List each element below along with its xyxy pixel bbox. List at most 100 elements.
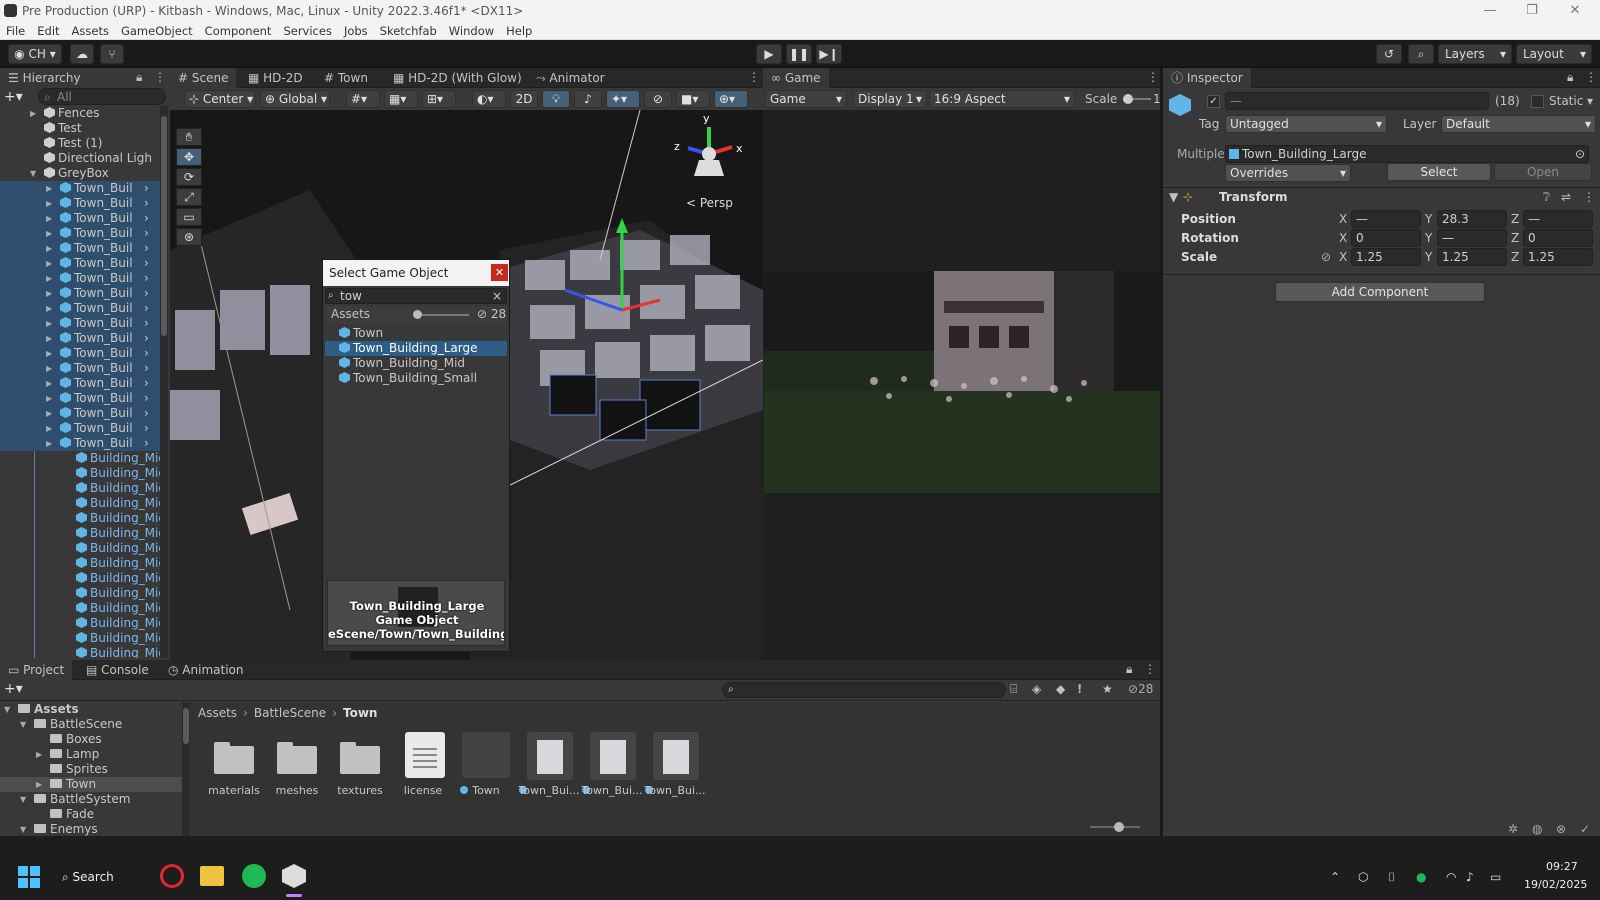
zoom-slider[interactable] [1090, 822, 1140, 832]
menu-window[interactable]: Window [443, 22, 500, 40]
camera-icon[interactable]: ■▾ [676, 90, 710, 108]
select-button[interactable]: Select [1387, 163, 1491, 181]
scrollbar-thumb[interactable] [183, 708, 189, 744]
chevron-down-icon[interactable]: ▾ [1587, 94, 1593, 108]
expand-arrow-icon[interactable]: ▶ [46, 241, 52, 256]
tab-animator[interactable]: ⤳ Animator [528, 68, 613, 88]
hierarchy-item[interactable]: Building_Mid [0, 541, 160, 556]
expand-arrow-icon[interactable]: ▶ [46, 421, 52, 436]
chevron-right-icon[interactable]: › [144, 346, 149, 361]
auto-refresh-icon[interactable]: ✓ [1580, 822, 1590, 836]
lock-icon[interactable]: 🔒︎ [136, 70, 142, 85]
hierarchy-item[interactable]: ▶ Town_Buil › [0, 181, 160, 196]
hierarchy-item[interactable]: ▶ Town_Buil › [0, 406, 160, 421]
transform-scale-x-input[interactable]: 1.25 [1351, 248, 1421, 266]
expand-arrow-icon[interactable]: ▶ [46, 391, 52, 406]
hierarchy-item[interactable]: ▶ Town_Buil › [0, 421, 160, 436]
pivot-dropdown[interactable]: ⊹ Center ▾ [184, 90, 256, 108]
cache-icon[interactable]: ⊗ [1556, 822, 1566, 836]
asset-item[interactable]: materials [202, 728, 266, 808]
tab-game[interactable]: ∞ Game [763, 68, 829, 88]
hierarchy-item[interactable]: ▶ Town_Buil › [0, 376, 160, 391]
account-button[interactable]: ◉ CH ▾ [8, 44, 62, 64]
menu-component[interactable]: Component [199, 22, 278, 40]
kebab-menu-icon[interactable]: ⋮ [1147, 70, 1159, 84]
transform-rotation-y-input[interactable]: — [1437, 229, 1507, 247]
project-search-input[interactable]: ⌕ [722, 682, 1006, 698]
tab-town[interactable]: # Town [316, 68, 376, 88]
dialog-close-button[interactable]: ✕ [491, 264, 508, 281]
menu-services[interactable]: Services [277, 22, 338, 40]
chevron-right-icon[interactable]: › [144, 286, 149, 301]
hierarchy-item[interactable]: Building_Mid [0, 496, 160, 511]
spotify-icon[interactable] [242, 864, 266, 888]
kebab-menu-icon[interactable]: ⋮ [1583, 190, 1595, 204]
toggle-2d-button[interactable]: 2D [510, 90, 538, 108]
dialog-search-input[interactable]: ⌕ tow × [325, 288, 507, 304]
expand-arrow-icon[interactable]: ▶ [46, 226, 52, 241]
dialog-result-item[interactable]: Town [325, 326, 507, 341]
asset-item[interactable]: Town [454, 728, 518, 808]
minimize-button[interactable]: — [1475, 2, 1505, 20]
project-folder-item[interactable]: ▼ Assets [0, 702, 182, 717]
version-control-icon[interactable]: ⑂ [100, 44, 124, 64]
aspect-dropdown[interactable]: 16:9 Aspect ▾ [929, 90, 1075, 108]
visibility-icon[interactable]: ⊘ [644, 90, 672, 108]
history-icon[interactable]: ↺ [1376, 44, 1402, 64]
breadcrumb-item[interactable]: BattleScene [254, 706, 326, 720]
asset-item[interactable]: textures [328, 728, 392, 808]
project-folder-item[interactable]: ▼ BattleSystem [0, 792, 182, 807]
chevron-right-icon[interactable]: › [144, 241, 149, 256]
menu-edit[interactable]: Edit [31, 22, 65, 40]
asset-item[interactable]: Town_Bui... [580, 728, 644, 808]
tab-hd2d-glow[interactable]: ▦ HD-2D (With Glow) [385, 68, 530, 88]
rotate-tool-icon[interactable]: ⟳ [176, 168, 202, 186]
expand-arrow-icon[interactable]: ▶ [36, 777, 42, 792]
chevron-right-icon[interactable]: › [144, 196, 149, 211]
expand-arrow-icon[interactable]: ▶ [46, 346, 52, 361]
chevron-up-icon[interactable]: ⌃ [1330, 870, 1340, 884]
file-explorer-icon[interactable] [200, 866, 224, 886]
favorite-icon[interactable]: ★ [1102, 682, 1113, 696]
prefab-asset-field[interactable]: Town_Building_Large ⊙ [1225, 145, 1589, 163]
hierarchy-item[interactable]: ▶ Town_Buil › [0, 286, 160, 301]
volume-icon[interactable]: ♪ [1466, 870, 1474, 884]
hierarchy-item[interactable]: ▶ Town_Buil › [0, 226, 160, 241]
menu-sketchfab[interactable]: Sketchfab [374, 22, 443, 40]
chevron-right-icon[interactable]: › [144, 376, 149, 391]
filter-label-icon[interactable]: ◆ [1056, 682, 1065, 696]
hierarchy-item[interactable]: Directional Ligh [0, 151, 160, 166]
hierarchy-item[interactable]: ▶ Town_Buil › [0, 196, 160, 211]
layout-dropdown[interactable]: Layout ▾ [1516, 44, 1592, 64]
hierarchy-search-input[interactable]: ⌕ All [38, 88, 166, 105]
close-button[interactable]: ✕ [1560, 2, 1590, 20]
zoom-slider-thumb[interactable] [1114, 822, 1124, 832]
expand-arrow-icon[interactable]: ▼ [20, 717, 26, 732]
hierarchy-item[interactable]: ▶ Town_Buil › [0, 361, 160, 376]
chevron-right-icon[interactable]: › [144, 421, 149, 436]
maximize-button[interactable]: ❐ [1517, 2, 1547, 20]
expand-arrow-icon[interactable]: ▶ [46, 361, 52, 376]
open-button[interactable]: Open [1494, 163, 1592, 181]
menu-gameobject[interactable]: GameObject [115, 22, 199, 40]
chevron-right-icon[interactable]: › [144, 436, 149, 451]
opera-icon[interactable] [160, 864, 184, 888]
hierarchy-item[interactable]: ▶ Town_Buil › [0, 436, 160, 451]
tab-hd2d[interactable]: ▦ HD-2D [240, 68, 311, 88]
hierarchy-item[interactable]: ▶ Town_Buil › [0, 256, 160, 271]
asset-item[interactable]: license [391, 728, 455, 808]
kebab-menu-icon[interactable]: ⋮ [154, 70, 166, 84]
asset-item[interactable]: Town_Bui... [517, 728, 581, 808]
transform-scale-z-input[interactable]: 1.25 [1523, 248, 1593, 266]
asset-item[interactable]: Town_Bui... [643, 728, 707, 808]
icon-size-slider[interactable] [413, 310, 469, 319]
tab-project[interactable]: ▭ Project [0, 660, 73, 680]
dialog-result-item[interactable]: Town_Building_Large [325, 341, 507, 356]
project-folder-item[interactable]: Boxes [0, 732, 182, 747]
active-checkbox[interactable]: ✓ [1207, 95, 1220, 108]
chevron-right-icon[interactable]: › [144, 226, 149, 241]
increment-snap-icon[interactable]: ⊞▾ [422, 90, 456, 108]
add-component-button[interactable]: Add Component [1275, 282, 1485, 302]
expand-arrow-icon[interactable]: ▶ [46, 271, 52, 286]
orientation-gizmo[interactable]: y x z < Persp [666, 112, 752, 216]
